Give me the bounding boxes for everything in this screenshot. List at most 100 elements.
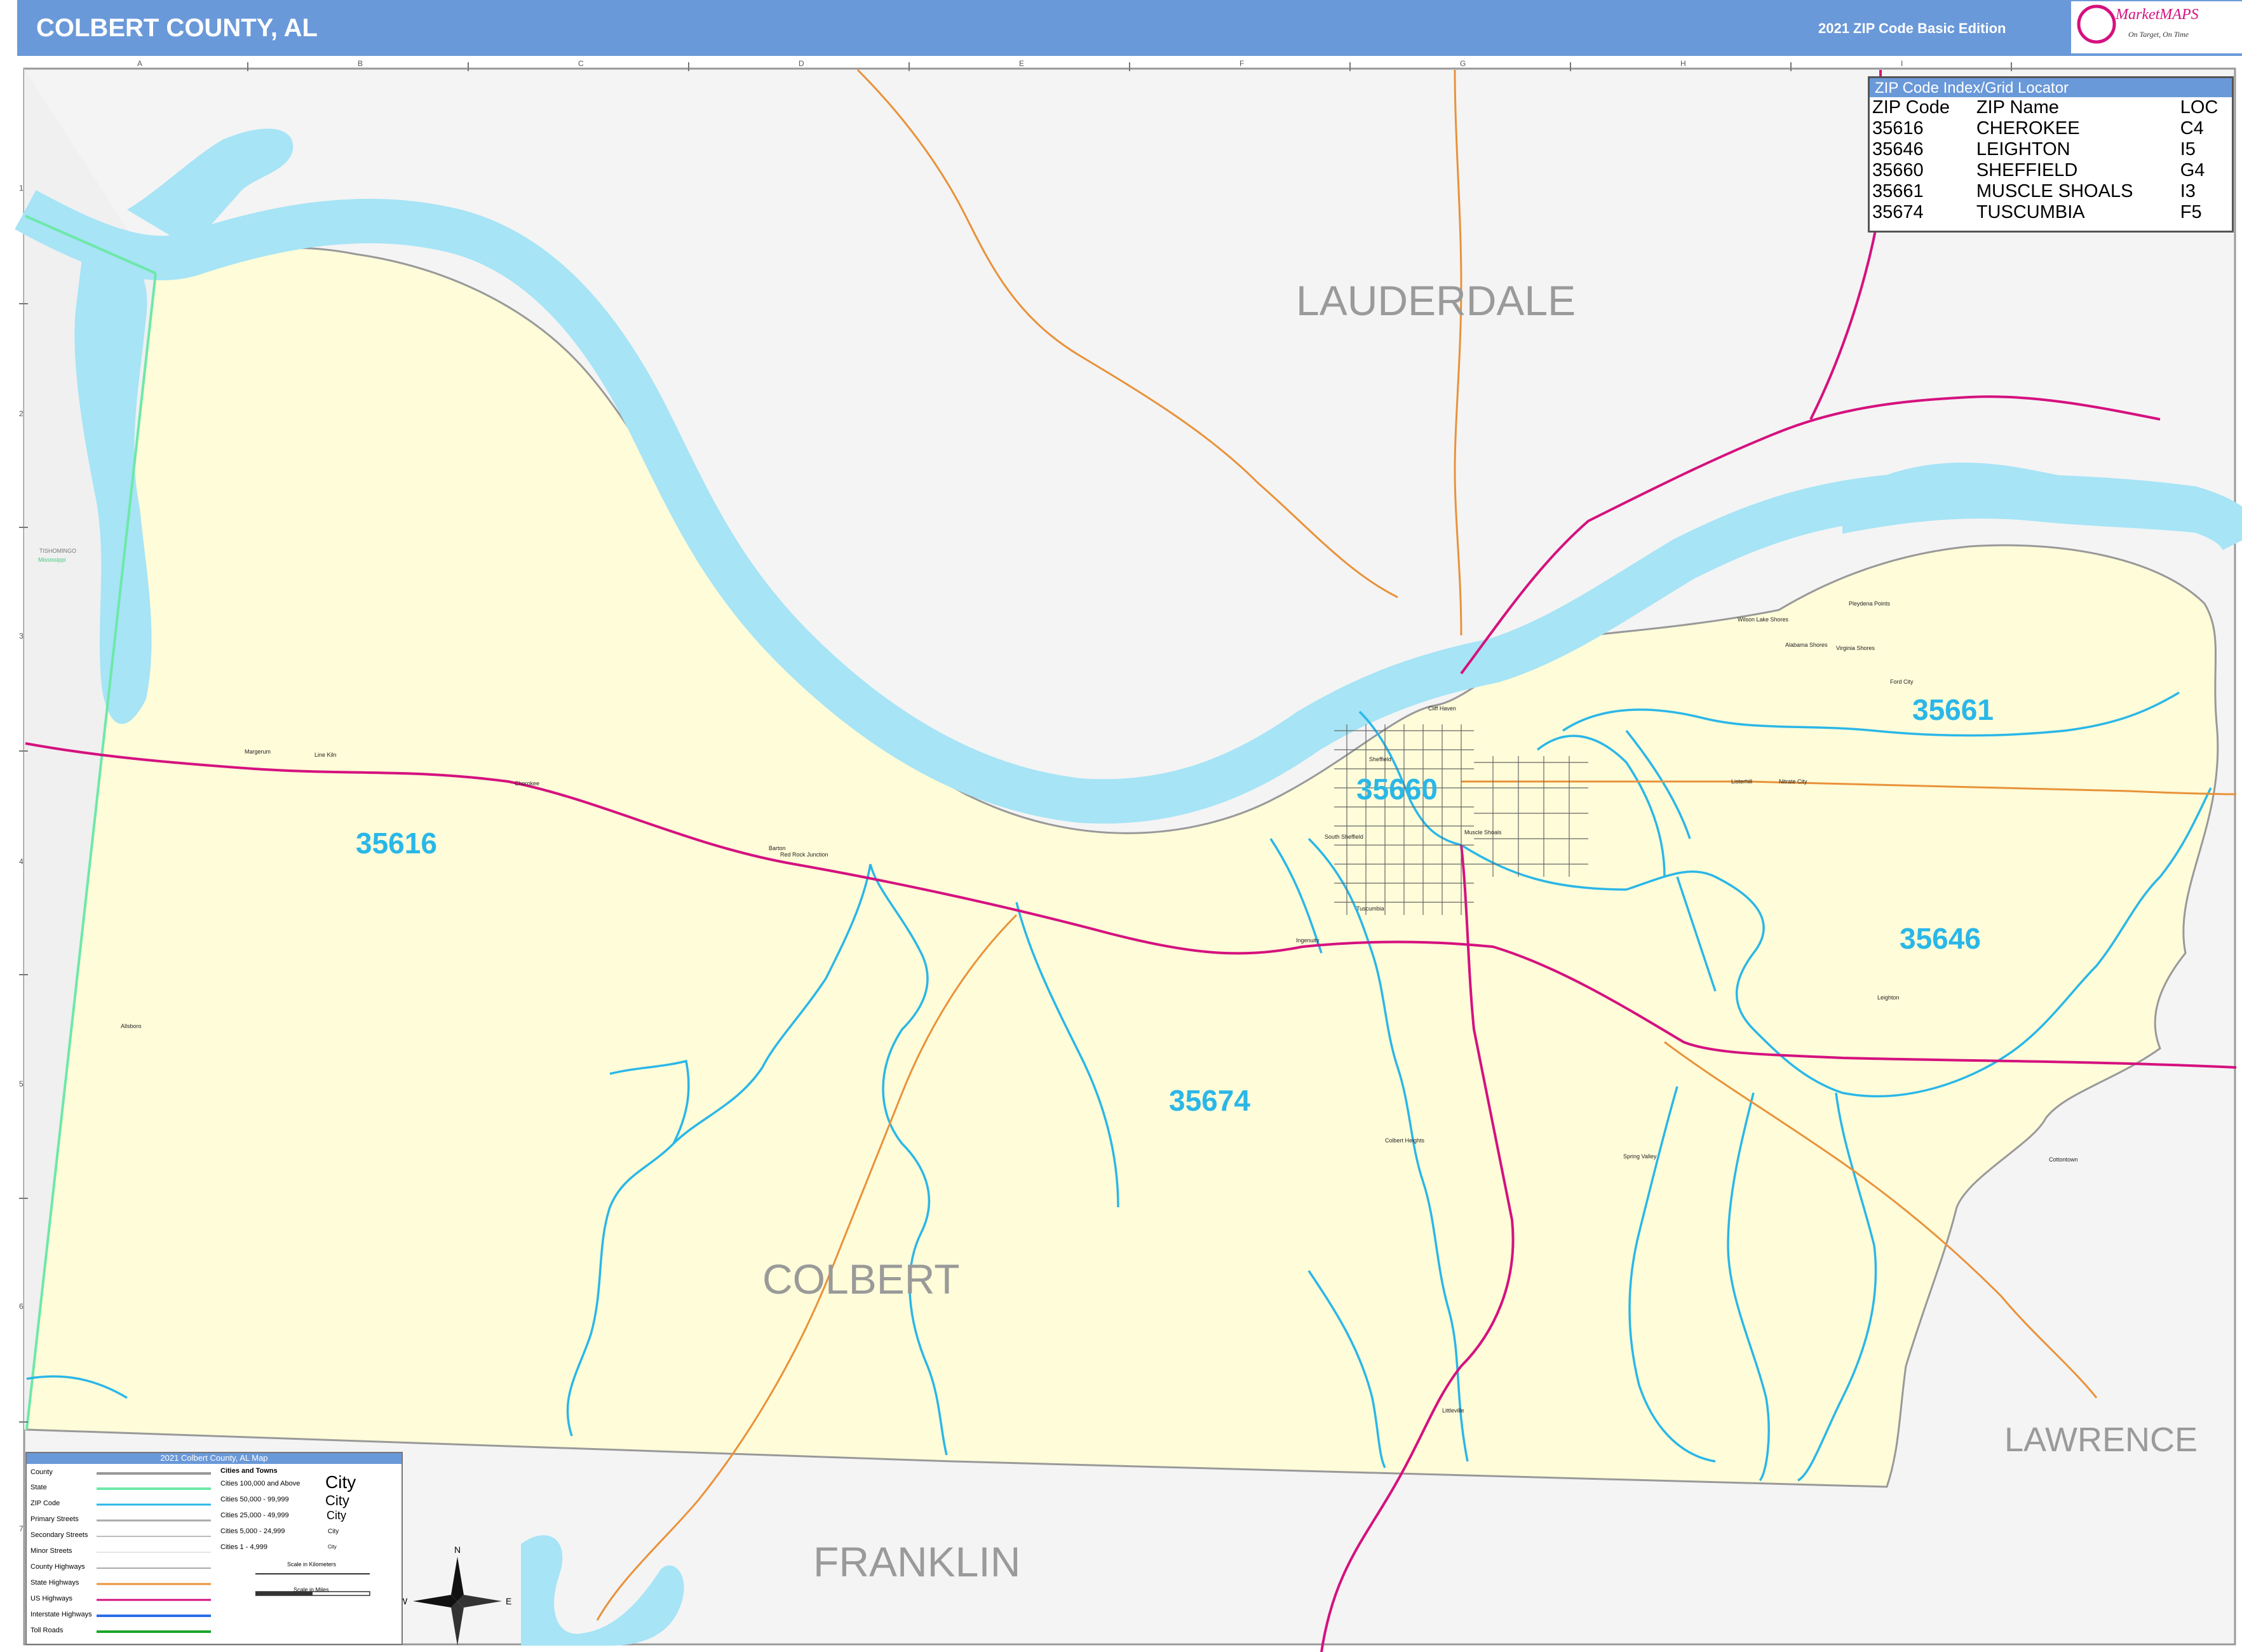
zip-code-cell: 35661 — [1872, 181, 1924, 201]
legend-item: State Highways — [30, 1579, 79, 1587]
grid-row-label: 7 — [19, 1524, 24, 1533]
county-label-franklin: FRANKLIN — [813, 1538, 1021, 1585]
header-bar: COLBERT COUNTY, AL 2021 ZIP Code Basic E… — [17, 0, 2242, 56]
place-mississippi: Mississippi — [38, 557, 66, 563]
zip-loc-cell: F5 — [2180, 202, 2202, 222]
compass-n: N — [454, 1545, 461, 1555]
legend-city-tier: Cities 50,000 - 99,999 — [220, 1496, 289, 1503]
zip-name-cell: TUSCUMBIA — [1976, 202, 2085, 222]
legend-city-tier: Cities 25,000 - 49,999 — [220, 1512, 289, 1519]
place-leighton: Leighton — [1877, 994, 1900, 1001]
table-row: 35616 CHEROKEE C4 — [1870, 118, 2232, 139]
legend-item: Interstate Highways — [30, 1611, 92, 1618]
grid-col-label: I — [1901, 59, 1903, 68]
legend-item: County Highways — [30, 1563, 85, 1571]
zip-index-col-loc: LOC — [2180, 97, 2218, 118]
legend-title: 2021 Colbert County, AL Map — [27, 1453, 402, 1464]
grid-row-label: 4 — [19, 857, 24, 866]
place-springvalley: Spring Valley — [1623, 1153, 1657, 1160]
place-allsboro: Allsboro — [121, 1023, 142, 1029]
zip-code-cell: 35646 — [1872, 139, 1924, 159]
zip-loc-cell: I5 — [2180, 139, 2196, 159]
legend-city-sample: City — [327, 1509, 346, 1522]
grid-row-label: 5 — [19, 1080, 24, 1088]
legend-scale-bar — [255, 1573, 370, 1596]
compass-e: E — [506, 1596, 511, 1606]
legend-city-sample: City — [325, 1472, 356, 1492]
place-sheffield: Sheffield — [1369, 756, 1391, 762]
zip-code-cell: 35660 — [1872, 160, 1924, 180]
table-row: 35660 SHEFFIELD G4 — [1870, 160, 2232, 181]
legend-item: US Highways — [30, 1595, 73, 1602]
place-cherokee: Cherokee — [515, 780, 540, 787]
zip-label-35646: 35646 — [1900, 922, 1981, 955]
place-nitratecity: Nitrate City — [1779, 778, 1807, 785]
zip-name-cell: CHEROKEE — [1976, 118, 2080, 139]
zip-index-table: ZIP Code ZIP Name LOC 35616 CHEROKEE C4 … — [1870, 97, 2232, 223]
grid-col-label: G — [1460, 59, 1466, 68]
legend-item: State — [30, 1484, 47, 1491]
county-label-colbert: COLBERT — [762, 1256, 960, 1303]
grid-col-label: H — [1680, 59, 1686, 68]
place-tuscumbia: Tuscumbia — [1356, 905, 1384, 912]
place-littleville: Littleville — [1442, 1407, 1464, 1414]
zip-code-cell: 35616 — [1872, 118, 1924, 139]
grid-row-label: 3 — [19, 632, 24, 640]
zip-loc-cell: G4 — [2180, 160, 2205, 180]
zip-index-panel: ZIP Code Index/Grid Locator ZIP Code ZIP… — [1868, 76, 2234, 233]
table-row: 35674 TUSCUMBIA F5 — [1870, 202, 2232, 223]
zip-label-35616: 35616 — [356, 827, 437, 860]
grid-col-label: B — [358, 59, 363, 68]
legend-city-tier: Cities 100,000 and Above — [220, 1480, 301, 1487]
place-ingenuity: Ingenuity — [1296, 937, 1320, 944]
svg-text:On Target, On Time: On Target, On Time — [2128, 30, 2189, 39]
zip-loc-cell: C4 — [2180, 118, 2204, 139]
legend-scale-km: Scale in Kilometers — [287, 1561, 337, 1567]
map-legend: 2021 Colbert County, AL Map County State… — [25, 1452, 403, 1645]
grid-col-label: F — [1239, 59, 1244, 68]
zip-name-cell: SHEFFIELD — [1976, 160, 2078, 180]
legend-city-sample: City — [328, 1544, 337, 1550]
zip-index-col-name: ZIP Name — [1976, 97, 2059, 118]
legend-item: Secondary Streets — [30, 1531, 88, 1539]
legend-item: County — [30, 1468, 53, 1476]
edition-label: 2021 ZIP Code Basic Edition — [1818, 20, 2006, 36]
grid-col-label: D — [799, 59, 804, 68]
place-musclesh: Muscle Shoals — [1464, 829, 1502, 836]
grid-row-label: 1 — [19, 184, 24, 193]
legend-item: Minor Streets — [30, 1547, 72, 1555]
legend-cities-title: Cities and Towns — [220, 1467, 278, 1475]
place-rockjunction: Red Rock Junction — [780, 851, 828, 858]
grid-row-label: 6 — [19, 1302, 24, 1311]
zip-index-title: ZIP Code Index/Grid Locator — [1870, 78, 2232, 97]
place-alabamashores: Alabama Shores — [1785, 642, 1828, 648]
legend-city-sample: City — [328, 1528, 339, 1535]
zip-label-35660: 35660 — [1356, 773, 1438, 806]
place-virginiashores: Virginia Shores — [1836, 645, 1875, 651]
county-label-lawrence: LAWRENCE — [2004, 1421, 2198, 1459]
zip-label-35661: 35661 — [1912, 693, 1994, 726]
grid-col-label: C — [578, 59, 584, 68]
zip-name-cell: MUSCLE SHOALS — [1976, 181, 2133, 201]
county-label-lauderdale: LAUDERDALE — [1296, 277, 1576, 324]
place-colbertheights: Colbert Heights — [1385, 1137, 1425, 1144]
table-row: 35661 MUSCLE SHOALS I3 — [1870, 181, 2232, 202]
place-cottontown: Cottontown — [2049, 1156, 2078, 1163]
place-linekiln: Line Kiln — [314, 752, 337, 758]
zip-label-35674: 35674 — [1169, 1084, 1250, 1117]
grid-row-label: 2 — [19, 409, 24, 418]
legend-city-sample: City — [325, 1493, 349, 1508]
map-title: COLBERT COUNTY, AL — [36, 14, 318, 42]
legend-symbols — [97, 1472, 211, 1633]
zip-name-cell: LEIGHTON — [1976, 139, 2070, 159]
place-barton: Barton — [769, 845, 786, 851]
map-canvas: A B C D E F G H I 1 2 3 4 5 6 7 N S E W — [15, 59, 2242, 1652]
legend-city-tier: Cities 5,000 - 24,999 — [220, 1527, 285, 1535]
legend-city-tier: Cities 1 - 4,999 — [220, 1543, 267, 1551]
zip-index-col-zip: ZIP Code — [1872, 97, 1950, 118]
zip-code-cell: 35674 — [1872, 202, 1924, 222]
place-listerhill: Listerhill — [1731, 778, 1753, 785]
place-pleydenapoints: Pleydena Points — [1849, 600, 1891, 607]
marketmaps-logo: MarketMAPS On Target, On Time — [2071, 0, 2242, 55]
grid-col-label: A — [137, 59, 142, 68]
